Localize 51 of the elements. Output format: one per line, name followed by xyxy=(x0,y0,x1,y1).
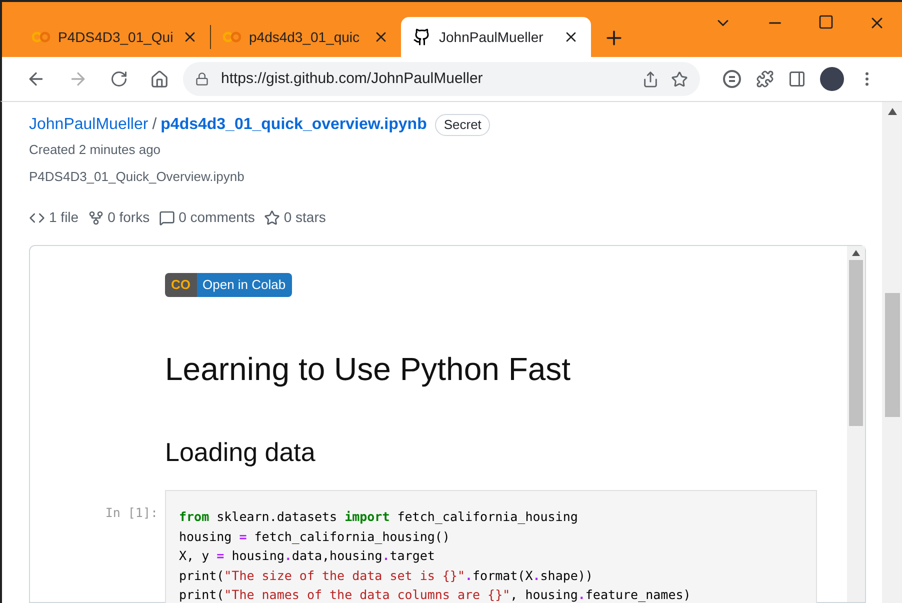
extensions-icon[interactable] xyxy=(756,70,774,88)
page-scrollbar[interactable] xyxy=(882,102,902,603)
address-bar[interactable]: https://gist.github.com/JohnPaulMueller xyxy=(183,62,700,96)
tab-title: P4DS4D3_01_Qui xyxy=(58,28,174,47)
home-icon[interactable] xyxy=(150,70,169,88)
side-panel-icon[interactable] xyxy=(788,70,806,88)
gist-description: P4DS4D3_01_Quick_Overview.ipynb xyxy=(29,168,246,186)
comment-icon xyxy=(158,210,175,226)
bookmark-star-icon[interactable] xyxy=(671,70,688,88)
cell-prompt: In [1]: xyxy=(104,504,158,522)
code-line: print("The size of the data set is {}".format(X.shape)) xyxy=(179,566,594,585)
colab-logo-icon xyxy=(223,31,241,43)
reload-icon[interactable] xyxy=(110,70,128,88)
owner-link[interactable]: JohnPaulMueller xyxy=(29,113,148,137)
path-separator: / xyxy=(152,115,157,135)
scrollbar-thumb[interactable] xyxy=(884,293,900,417)
code-line: print("The names of the data columns are {}", housing.feature_names) xyxy=(179,586,692,603)
scroll-up-arrow-icon[interactable] xyxy=(888,108,896,115)
browser-tab[interactable]: JohnPaulMueller xyxy=(401,17,591,57)
colab-logo-icon xyxy=(32,31,50,43)
code-line: housing = fetch_california_housing() xyxy=(179,528,451,546)
stat-label[interactable]: 0 comments xyxy=(178,207,255,228)
stat-label[interactable]: 1 file xyxy=(49,207,79,228)
fork-icon xyxy=(88,210,104,226)
maximize-icon[interactable] xyxy=(818,14,834,30)
share-icon[interactable] xyxy=(642,70,659,88)
scrollbar-thumb[interactable] xyxy=(849,260,863,426)
badge-label: Open in Colab xyxy=(196,273,292,297)
notebook-title: Learning to Use Python Fast xyxy=(165,350,572,389)
code-line: from sklearn.datasets import fetch_california_housing xyxy=(179,508,579,526)
browser-tab[interactable]: p4ds4d3_01_quic xyxy=(211,17,401,57)
gist-name-link[interactable]: p4ds4d3_01_quick_overview.ipynb xyxy=(160,113,427,137)
stat-label[interactable]: 0 stars xyxy=(284,207,326,228)
created-time: Created 2 minutes ago xyxy=(29,141,162,159)
browser-tab[interactable]: P4DS4D3_01_Qui xyxy=(20,17,210,57)
inner-scrollbar[interactable] xyxy=(847,246,865,602)
star-icon xyxy=(264,210,280,226)
url-text: https://gist.github.com/JohnPaulMueller xyxy=(221,68,484,89)
open-in-colab-badge[interactable]: CO Open in Colab xyxy=(165,273,292,297)
tab-title: JohnPaulMueller xyxy=(439,28,544,46)
profile-avatar[interactable] xyxy=(820,67,844,91)
lock-icon xyxy=(195,72,209,86)
section-heading: Loading data xyxy=(165,436,316,469)
github-logo-icon xyxy=(413,28,431,46)
stat-label[interactable]: 0 forks xyxy=(108,207,150,228)
extension-icon[interactable] xyxy=(722,69,742,89)
tab-title: p4ds4d3_01_quic xyxy=(249,28,361,47)
code-line: X, y = housing.data,housing.target xyxy=(179,547,436,565)
scroll-up-arrow-icon[interactable] xyxy=(852,250,860,256)
colab-logo: CO xyxy=(165,273,196,297)
secret-label: Secret xyxy=(434,114,490,136)
